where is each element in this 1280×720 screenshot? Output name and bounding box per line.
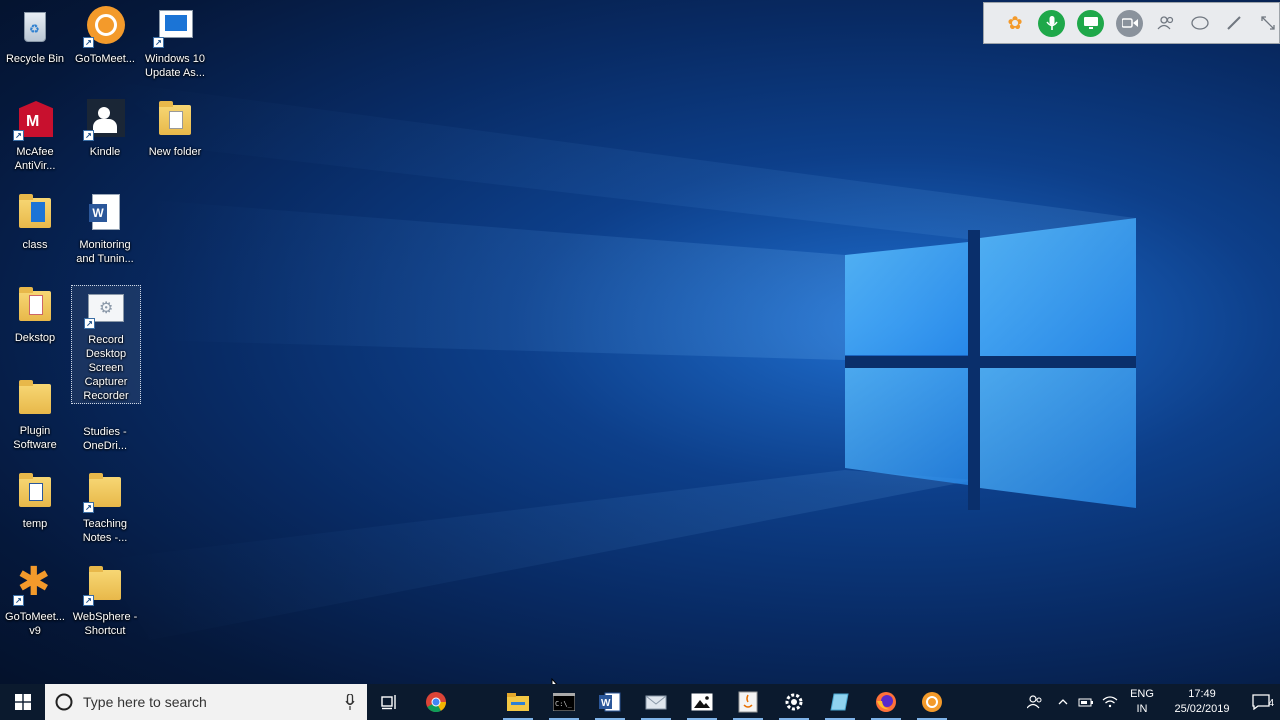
clock[interactable]: 17:49 25/02/2019 — [1162, 687, 1242, 717]
desktop-icon-mcafee[interactable]: M ↗ McAfee AntiVir... — [0, 93, 70, 183]
camera-icon[interactable] — [1116, 9, 1143, 37]
photos-icon — [691, 693, 713, 711]
desktop-icon-gotomeeting-v9[interactable]: ✱ ↗ GoToMeet... v9 — [0, 558, 70, 648]
taskbar-photos[interactable] — [679, 684, 725, 720]
task-view-icon — [381, 695, 396, 710]
search-box[interactable] — [45, 684, 367, 720]
folder-icon — [155, 99, 195, 139]
desktop-icon-recycle-bin[interactable]: ♻ Recycle Bin — [0, 0, 70, 90]
desktop-icon-teaching-notes[interactable]: ↗ Teaching Notes -... — [70, 465, 140, 555]
task-view-button[interactable] — [367, 684, 413, 720]
desktop-icon-windows-update[interactable]: ↗ Windows 10 Update As... — [140, 0, 210, 90]
wifi-icon — [1102, 696, 1118, 708]
folder-icon — [15, 192, 55, 232]
windows-update-icon: ↗ — [153, 6, 195, 48]
taskbar-file-explorer[interactable] — [495, 684, 541, 720]
language-indicator[interactable]: ENG IN — [1122, 687, 1162, 717]
desktop-icon-new-folder[interactable]: New folder — [140, 93, 210, 183]
desktop-icon-studies[interactable]: Studies - OneDri... — [70, 403, 140, 463]
folder-shortcut-icon: ↗ — [83, 471, 125, 513]
recycle-bin-icon: ♻ — [15, 6, 55, 46]
taskbar-java[interactable] — [725, 684, 771, 720]
windows-logo-icon — [14, 694, 31, 710]
notepad-icon — [830, 693, 849, 711]
chrome-icon — [426, 692, 447, 713]
attendees-icon[interactable] — [1155, 12, 1177, 34]
file-explorer-icon — [507, 693, 529, 711]
action-center-button[interactable]: 4 — [1242, 684, 1280, 720]
firefox-icon — [876, 692, 896, 712]
battery-icon — [1078, 698, 1093, 707]
taskbar-word[interactable]: W — [587, 684, 633, 720]
gotomeeting-icon: ↗ — [83, 6, 125, 48]
taskbar-notepad[interactable] — [817, 684, 863, 720]
people-button[interactable] — [1018, 684, 1052, 720]
notification-count-badge: 4 — [1268, 698, 1274, 709]
gotomeeting-v9-icon: ✱ ↗ — [13, 562, 55, 606]
command-prompt-icon: C:\_ — [553, 693, 575, 711]
screen-recorder-icon: ⚙ ↗ — [84, 292, 126, 329]
microphone-icon[interactable] — [345, 694, 355, 710]
desktop-icon-class[interactable]: class — [0, 186, 70, 276]
taskbar-settings[interactable] — [771, 684, 817, 720]
microphone-icon[interactable] — [1038, 9, 1065, 37]
draw-icon[interactable] — [1223, 12, 1245, 34]
system-tray: ENG IN 17:49 25/02/2019 4 — [1018, 684, 1280, 720]
gotomeeting-icon — [922, 692, 942, 712]
folder-icon — [15, 285, 55, 325]
cortana-icon — [55, 693, 73, 711]
desktop-icon-monitoring[interactable]: W Monitoring and Tunin... — [70, 186, 140, 276]
battery-button[interactable] — [1074, 684, 1098, 720]
gotomeeting-logo-icon[interactable]: ✿ — [1004, 12, 1026, 34]
desktop-icon-plugin-software[interactable]: Plugin Software — [0, 372, 70, 462]
taskbar-command-prompt[interactable]: C:\_ — [541, 684, 587, 720]
chat-icon[interactable] — [1189, 12, 1211, 34]
settings-icon — [785, 693, 803, 711]
taskbar: C:\_ W ENG IN — [0, 684, 1280, 720]
show-hidden-icons-button[interactable] — [1052, 684, 1074, 720]
java-icon — [738, 691, 758, 713]
desktop-icon-websphere[interactable]: ↗ WebSphere - Shortcut — [70, 558, 140, 648]
taskbar-mail[interactable] — [633, 684, 679, 720]
svg-text:C:\_: C:\_ — [555, 700, 573, 708]
screen-share-icon[interactable] — [1077, 9, 1104, 37]
desktop-icon-dekstop[interactable]: Dekstop — [0, 279, 70, 369]
word-document-icon: W — [85, 192, 125, 232]
mcafee-icon: M ↗ — [13, 99, 55, 141]
clock-time: 17:49 — [1188, 688, 1216, 700]
mail-icon — [645, 695, 667, 710]
desktop-icon-kindle[interactable]: ↗ Kindle — [70, 93, 140, 183]
notification-icon — [1252, 694, 1270, 710]
network-button[interactable] — [1098, 684, 1122, 720]
folder-icon — [15, 378, 55, 418]
folder-shortcut-icon: ↗ — [83, 564, 125, 606]
meeting-toolbar: ✿ — [983, 2, 1280, 44]
desktop-icon-gotomeeting[interactable]: ↗ GoToMeet... — [70, 0, 140, 90]
taskbar-gotomeeting[interactable] — [909, 684, 955, 720]
search-input[interactable] — [83, 694, 323, 710]
desktop-icon-record-desktop[interactable]: ⚙ ↗ Record Desktop Screen Capturer Recor… — [71, 285, 141, 404]
taskbar-chrome[interactable] — [413, 684, 459, 720]
svg-text:W: W — [601, 698, 611, 709]
folder-icon — [15, 471, 55, 511]
chevron-up-icon — [1058, 699, 1068, 705]
start-button[interactable] — [0, 684, 45, 720]
desktop-icon-temp[interactable]: temp — [0, 465, 70, 555]
clock-date: 25/02/2019 — [1174, 703, 1230, 715]
people-icon — [1027, 695, 1042, 709]
word-icon: W — [599, 692, 621, 712]
taskbar-firefox[interactable] — [863, 684, 909, 720]
expand-icon[interactable] — [1257, 12, 1279, 34]
kindle-icon: ↗ — [83, 99, 125, 141]
